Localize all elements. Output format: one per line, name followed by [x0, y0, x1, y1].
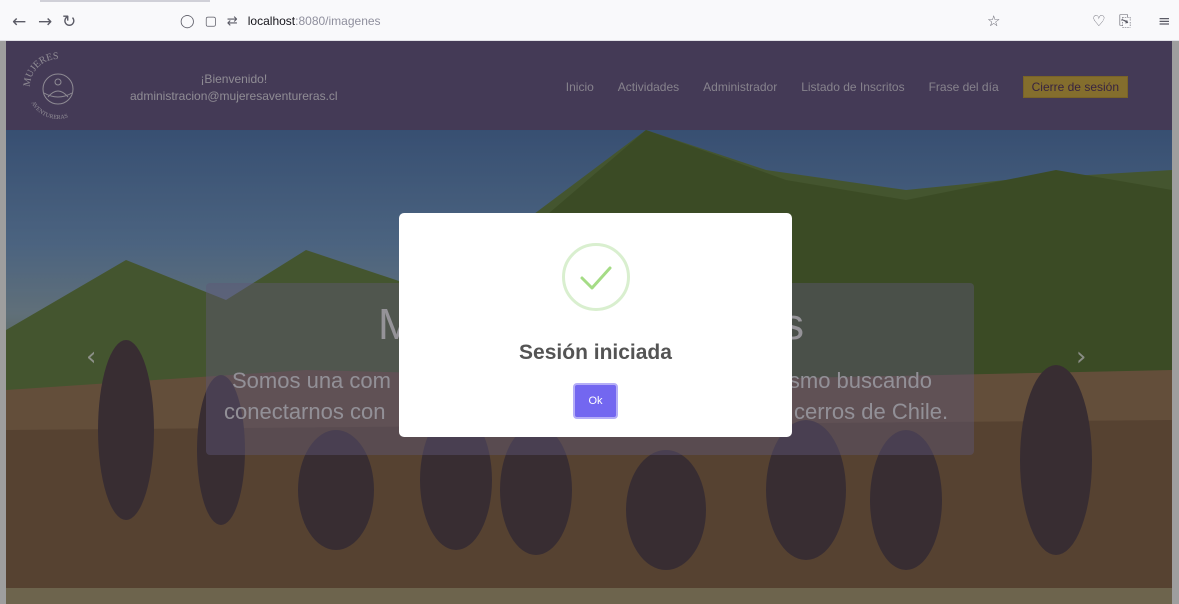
url-text[interactable]: localhost:8080/imagenes — [248, 14, 381, 28]
permissions-icon[interactable]: ⇄ — [227, 14, 238, 29]
bookmark-star-icon[interactable]: ☆ — [987, 12, 1000, 30]
address-bar[interactable]: ◯ ▢ ⇄ localhost:8080/imagenes — [180, 8, 1020, 34]
ok-button[interactable]: Ok — [573, 383, 618, 419]
menu-icon[interactable]: ≡ — [1158, 12, 1171, 30]
reload-icon[interactable]: ↻ — [62, 12, 76, 32]
check-icon — [562, 243, 630, 311]
url-host: localhost — [247, 14, 296, 28]
forward-icon[interactable]: → — [38, 12, 52, 32]
extensions-icon[interactable]: ⎘ — [1119, 12, 1131, 30]
success-dialog: Sesión iniciada Ok — [399, 213, 792, 437]
shield-icon: ◯ — [180, 13, 195, 29]
browser-toolbar: ← → ↻ ◯ ▢ ⇄ localhost:8080/imagenes ☆ ♡ … — [0, 0, 1179, 41]
browser-tab-indicator — [40, 0, 210, 4]
url-path: :8080/imagenes — [295, 14, 381, 28]
dialog-title: Sesión iniciada — [519, 341, 672, 364]
page-icon: ▢ — [204, 13, 217, 29]
pocket-icon[interactable]: ♡ — [1092, 12, 1105, 30]
back-icon[interactable]: ← — [12, 12, 26, 32]
